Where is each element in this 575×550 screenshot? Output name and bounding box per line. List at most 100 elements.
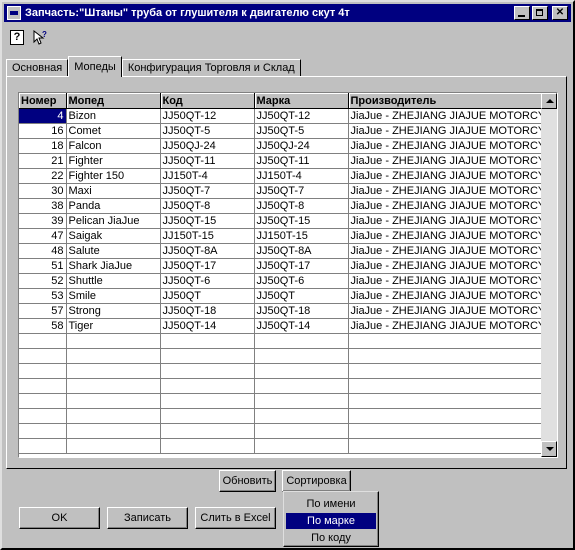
cell-brand[interactable]: JJ50QJ-24 bbox=[254, 138, 349, 154]
cell-brand[interactable]: JJ50QT-6 bbox=[254, 273, 349, 289]
cell-brand[interactable]: JJ150T-15 bbox=[254, 228, 349, 244]
cell-manufacturer[interactable]: JiaJue - ZHEJIANG JIAJUE MOTORCYCLE bbox=[348, 213, 544, 229]
cell-moped[interactable]: Fighter 150 bbox=[66, 168, 161, 184]
table-row[interactable]: 47 Saigak JJ150T-15 JJ150T-15 JiaJue - ZHEJI… bbox=[19, 228, 544, 244]
table-row[interactable]: 53 Smile JJ50QT JJ50QT JiaJue - ZHEJIANG JIA… bbox=[19, 288, 544, 304]
cell-moped[interactable]: Comet bbox=[66, 123, 161, 139]
cell-manufacturer[interactable]: JiaJue - ZHEJIANG JIAJUE MOTORCYCLE bbox=[348, 183, 544, 199]
table-row[interactable]: 4 Bizon JJ50QT-12 JJ50QT-12 JiaJue - ZHEJIAN… bbox=[19, 108, 544, 124]
cell-code[interactable]: JJ150T-15 bbox=[160, 228, 255, 244]
close-button[interactable]: ✕ bbox=[552, 6, 568, 20]
title-bar[interactable]: Запчасть:"Штаны" труба от глушителя к дв… bbox=[4, 4, 571, 22]
refresh-button[interactable]: Обновить bbox=[219, 470, 276, 492]
cell-code[interactable]: JJ50QT-8A bbox=[160, 243, 255, 259]
cell-moped[interactable]: Smile bbox=[66, 288, 161, 304]
tab-config[interactable]: Конфигурация Торговля и Склад bbox=[121, 59, 301, 77]
app-icon[interactable] bbox=[7, 6, 21, 20]
column-header-code[interactable]: Код bbox=[160, 93, 255, 109]
table-row[interactable]: 16 Comet JJ50QT-5 JJ50QT-5 JiaJue - ZHEJIANG… bbox=[19, 123, 544, 139]
table-row[interactable]: 51 Shark JiaJue JJ50QT-17 JJ50QT-17 JiaJue -… bbox=[19, 258, 544, 274]
cell-number[interactable]: 22 bbox=[19, 168, 67, 184]
cell-brand[interactable]: JJ50QT-8A bbox=[254, 243, 349, 259]
cell-moped[interactable]: Falcon bbox=[66, 138, 161, 154]
cell-moped[interactable]: Shuttle bbox=[66, 273, 161, 289]
cell-number[interactable]: 58 bbox=[19, 318, 67, 334]
cell-code[interactable]: JJ50QT bbox=[160, 288, 255, 304]
cell-number[interactable]: 21 bbox=[19, 153, 67, 169]
cell-manufacturer[interactable]: JiaJue - ZHEJIANG JIAJUE MOTORCYCLE bbox=[348, 243, 544, 259]
cell-moped[interactable]: Bizon bbox=[66, 108, 161, 124]
cell-moped[interactable]: Tiger bbox=[66, 318, 161, 334]
cell-code[interactable]: JJ50QT-18 bbox=[160, 303, 255, 319]
cell-brand[interactable]: JJ50QT-14 bbox=[254, 318, 349, 334]
cell-code[interactable]: JJ50QT-14 bbox=[160, 318, 255, 334]
cell-moped[interactable]: Maxi bbox=[66, 183, 161, 199]
column-header-manufacturer[interactable]: Производитель bbox=[348, 93, 544, 109]
cell-moped[interactable]: Strong bbox=[66, 303, 161, 319]
tab-mopeds[interactable]: Мопеды bbox=[68, 56, 122, 77]
cell-manufacturer[interactable]: JiaJue - ZHEJIANG JIAJUE MOTORCYCLE bbox=[348, 273, 544, 289]
cell-number[interactable]: 18 bbox=[19, 138, 67, 154]
cell-manufacturer[interactable]: JiaJue - ZHEJIANG JIAJUE MOTORCYCLE bbox=[348, 258, 544, 274]
cell-brand[interactable]: JJ50QT-8 bbox=[254, 198, 349, 214]
export-excel-button[interactable]: Слить в Excel bbox=[195, 507, 276, 529]
table-row[interactable]: 58 Tiger JJ50QT-14 JJ50QT-14 JiaJue - ZHEJIA… bbox=[19, 318, 544, 334]
cell-manufacturer[interactable]: JiaJue - ZHEJIANG JIAJUE MOTORCYCLE bbox=[348, 138, 544, 154]
sort-button[interactable]: Сортировка bbox=[282, 470, 351, 492]
cell-moped[interactable]: Fighter bbox=[66, 153, 161, 169]
minimize-button[interactable] bbox=[514, 6, 530, 20]
column-header-brand[interactable]: Марка bbox=[254, 93, 349, 109]
cell-number[interactable]: 30 bbox=[19, 183, 67, 199]
cell-code[interactable]: JJ50QT-17 bbox=[160, 258, 255, 274]
cell-manufacturer[interactable]: JiaJue - ZHEJIANG JIAJUE MOTORCYCLE bbox=[348, 228, 544, 244]
table-row[interactable]: 18 Falcon JJ50QJ-24 JJ50QJ-24 JiaJue - ZHEJI… bbox=[19, 138, 544, 154]
cell-code[interactable]: JJ50QT-6 bbox=[160, 273, 255, 289]
cell-brand[interactable]: JJ50QT-7 bbox=[254, 183, 349, 199]
cell-manufacturer[interactable]: JiaJue - ZHEJIANG JIAJUE MOTORCYCLE bbox=[348, 198, 544, 214]
cell-number[interactable]: 4 bbox=[19, 108, 67, 124]
table-row[interactable]: 22 Fighter 150 JJ150T-4 JJ150T-4 JiaJue - ZH… bbox=[19, 168, 544, 184]
cell-code[interactable]: JJ50QT-8 bbox=[160, 198, 255, 214]
cell-manufacturer[interactable]: JiaJue - ZHEJIANG JIAJUE MOTORCYCLE bbox=[348, 318, 544, 334]
cell-manufacturer[interactable]: JiaJue - ZHEJIANG JIAJUE MOTORCYCLE bbox=[348, 303, 544, 319]
cell-moped[interactable]: Salute bbox=[66, 243, 161, 259]
table-row[interactable]: 52 Shuttle JJ50QT-6 JJ50QT-6 JiaJue - ZHEJIA… bbox=[19, 273, 544, 289]
cell-number[interactable]: 16 bbox=[19, 123, 67, 139]
cell-manufacturer[interactable]: JiaJue - ZHEJIANG JIAJUE MOTORCYCLE bbox=[348, 288, 544, 304]
cell-code[interactable]: JJ50QT-5 bbox=[160, 123, 255, 139]
cell-moped[interactable]: Shark JiaJue bbox=[66, 258, 161, 274]
cell-moped[interactable]: Saigak bbox=[66, 228, 161, 244]
cell-number[interactable]: 47 bbox=[19, 228, 67, 244]
cell-number[interactable]: 53 bbox=[19, 288, 67, 304]
cell-code[interactable]: JJ50QT-11 bbox=[160, 153, 255, 169]
column-header-number[interactable]: Номер bbox=[19, 93, 67, 109]
cell-manufacturer[interactable]: JiaJue - ZHEJIANG JIAJUE MOTORCYCLE bbox=[348, 153, 544, 169]
table-row[interactable]: 38 Panda JJ50QT-8 JJ50QT-8 JiaJue - ZHEJIANG… bbox=[19, 198, 544, 214]
cell-brand[interactable]: JJ50QT-17 bbox=[254, 258, 349, 274]
cell-code[interactable]: JJ50QT-7 bbox=[160, 183, 255, 199]
column-header-moped[interactable]: Мопед bbox=[66, 93, 161, 109]
cell-code[interactable]: JJ50QT-12 bbox=[160, 108, 255, 124]
scroll-up-button[interactable] bbox=[541, 93, 557, 109]
cell-manufacturer[interactable]: JiaJue - ZHEJIANG JIAJUE MOTORCYCLE bbox=[348, 108, 544, 124]
cell-number[interactable]: 51 bbox=[19, 258, 67, 274]
table-row[interactable]: 21 Fighter JJ50QT-11 JJ50QT-11 JiaJue - ZHEJ… bbox=[19, 153, 544, 169]
mopeds-grid[interactable]: Номер Мопед Код Марка Производитель 4 Biz… bbox=[18, 92, 558, 458]
cell-brand[interactable]: JJ50QT bbox=[254, 288, 349, 304]
cell-manufacturer[interactable]: JiaJue - ZHEJIANG JIAJUE MOTORCYCLE bbox=[348, 168, 544, 184]
cell-code[interactable]: JJ150T-4 bbox=[160, 168, 255, 184]
cell-brand[interactable]: JJ50QT-18 bbox=[254, 303, 349, 319]
cell-brand[interactable]: JJ50QT-5 bbox=[254, 123, 349, 139]
cell-code[interactable]: JJ50QJ-24 bbox=[160, 138, 255, 154]
table-row[interactable]: 48 Salute JJ50QT-8A JJ50QT-8A JiaJue - ZHEJI… bbox=[19, 243, 544, 259]
cell-moped[interactable]: Panda bbox=[66, 198, 161, 214]
cell-number[interactable]: 48 bbox=[19, 243, 67, 259]
sort-by-code[interactable]: По коду bbox=[286, 530, 376, 546]
cell-manufacturer[interactable]: JiaJue - ZHEJIANG JIAJUE MOTORCYCLE bbox=[348, 123, 544, 139]
help-button[interactable]: ? bbox=[10, 30, 26, 46]
table-row[interactable]: 57 Strong JJ50QT-18 JJ50QT-18 JiaJue - ZHEJI… bbox=[19, 303, 544, 319]
cell-number[interactable]: 52 bbox=[19, 273, 67, 289]
scroll-down-button[interactable] bbox=[541, 441, 557, 457]
save-button[interactable]: Записать bbox=[107, 507, 188, 529]
vertical-scrollbar[interactable] bbox=[541, 93, 557, 457]
